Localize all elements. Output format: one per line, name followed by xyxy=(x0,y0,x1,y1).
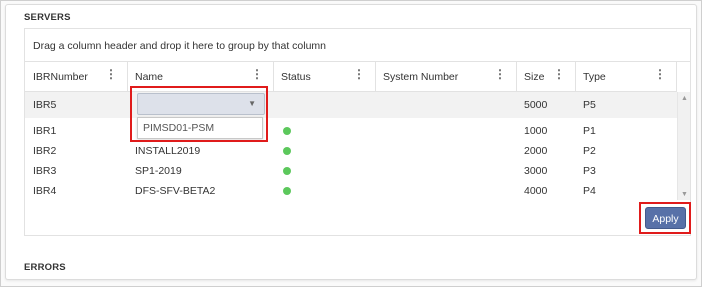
cell-type[interactable]: P5 xyxy=(575,92,676,118)
cell-size[interactable]: 4000 xyxy=(516,181,575,201)
group-by-panel[interactable]: Drag a column header and drop it here to… xyxy=(25,29,690,62)
column-header-label: Size xyxy=(524,71,545,83)
column-header-system-number[interactable]: System Number ⋮ xyxy=(375,61,517,91)
servers-section-title: SERVERS xyxy=(24,12,71,23)
scroll-down-arrow-icon[interactable]: ▼ xyxy=(681,191,688,198)
column-header-label: Name xyxy=(135,71,164,83)
status-online-icon xyxy=(283,147,291,155)
column-menu-icon[interactable]: ⋮ xyxy=(494,68,506,80)
cell-status xyxy=(273,121,375,141)
column-menu-icon[interactable]: ⋮ xyxy=(353,68,365,80)
column-menu-icon[interactable]: ⋮ xyxy=(553,68,565,80)
status-online-icon xyxy=(283,187,291,195)
status-online-icon xyxy=(283,127,291,135)
column-menu-icon[interactable]: ⋮ xyxy=(251,68,263,80)
cell-name[interactable]: DFS-SFV-BETA2 xyxy=(127,181,273,201)
column-header-label: Status xyxy=(281,71,311,83)
cell-type[interactable]: P3 xyxy=(575,161,676,181)
table-row[interactable]: IBR2 INSTALL2019 2000 P2 xyxy=(25,141,677,161)
cell-ibrnumber[interactable]: IBR2 xyxy=(25,141,127,161)
table-row[interactable]: IBR1 1000 P1 xyxy=(25,121,677,141)
cell-type[interactable]: P4 xyxy=(575,181,676,201)
cell-size[interactable]: 3000 xyxy=(516,161,575,181)
column-menu-icon[interactable]: ⋮ xyxy=(105,68,117,80)
cell-ibrnumber[interactable]: IBR3 xyxy=(25,161,127,181)
group-by-hint: Drag a column header and drop it here to… xyxy=(33,40,327,52)
table-row-editing[interactable]: IBR5 5000 P5 xyxy=(25,92,677,118)
apply-highlight-box xyxy=(639,202,691,234)
column-header-status[interactable]: Status ⋮ xyxy=(273,61,376,91)
grid-vertical-scrollbar[interactable]: ▲ ▼ xyxy=(677,92,690,200)
cell-size[interactable]: 1000 xyxy=(516,121,575,141)
cell-status xyxy=(273,161,375,181)
cell-ibrnumber[interactable]: IBR4 xyxy=(25,181,127,201)
column-header-label: Type xyxy=(583,71,606,83)
column-header-type[interactable]: Type ⋮ xyxy=(575,61,677,91)
table-row[interactable]: IBR3 SP1-2019 3000 P3 xyxy=(25,161,677,181)
column-header-ibrnumber[interactable]: IBRNumber ⋮ xyxy=(25,61,128,91)
cell-ibrnumber[interactable]: IBR1 xyxy=(25,121,127,141)
scroll-up-arrow-icon[interactable]: ▲ xyxy=(681,95,688,102)
grid-body: IBR5 5000 P5 IBR1 1000 P1 IBR2 INSTALL20… xyxy=(25,92,677,200)
cell-name[interactable]: INSTALL2019 xyxy=(127,141,273,161)
column-menu-icon[interactable]: ⋮ xyxy=(654,68,666,80)
cell-size[interactable]: 2000 xyxy=(516,141,575,161)
servers-grid: Drag a column header and drop it here to… xyxy=(24,28,691,236)
grid-header-row: IBRNumber ⋮ Name ⋮ Status ⋮ System Numbe… xyxy=(25,61,677,92)
cell-type[interactable]: P1 xyxy=(575,121,676,141)
cell-type[interactable]: P2 xyxy=(575,141,676,161)
column-header-label: IBRNumber xyxy=(33,71,88,83)
cell-ibrnumber[interactable]: IBR5 xyxy=(25,92,127,118)
cell-status xyxy=(273,141,375,161)
cell-name[interactable]: SP1-2019 xyxy=(127,161,273,181)
status-online-icon xyxy=(283,167,291,175)
dropdown-highlight-box xyxy=(130,86,268,142)
cell-size[interactable]: 5000 xyxy=(516,92,575,118)
column-header-label: System Number xyxy=(383,71,459,83)
column-header-size[interactable]: Size ⋮ xyxy=(516,61,576,91)
table-row[interactable]: IBR4 DFS-SFV-BETA2 4000 P4 xyxy=(25,181,677,201)
cell-status xyxy=(273,181,375,201)
errors-section-title: ERRORS xyxy=(24,262,66,273)
